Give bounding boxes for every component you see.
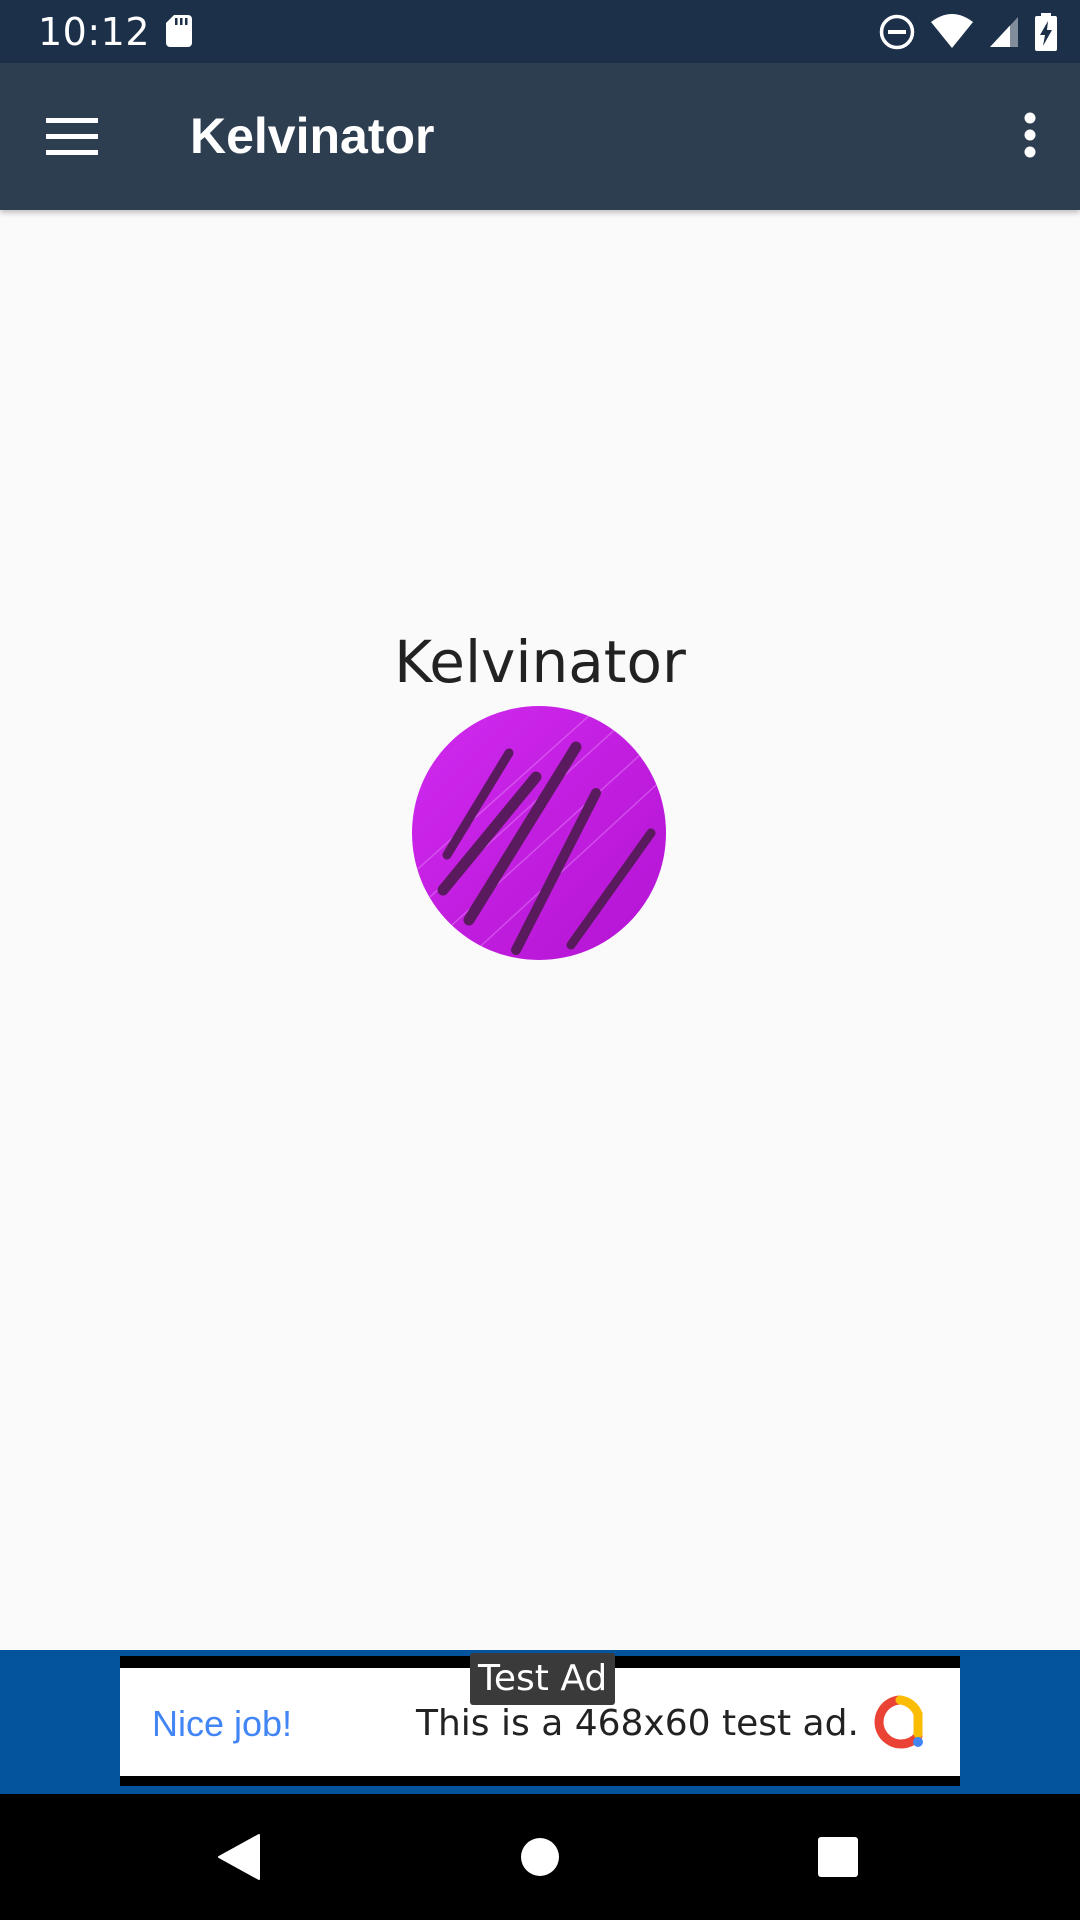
navigation-bar <box>0 1794 1080 1920</box>
status-bar: 10:12 <box>0 0 1080 63</box>
status-icons <box>878 12 1058 52</box>
screen: 10:12 Kelvinator Kelvinator Nice job! Th… <box>0 0 1080 1920</box>
battery-charging-icon <box>1035 13 1057 51</box>
app-title: Kelvinator <box>190 108 435 164</box>
menu-button[interactable] <box>30 101 114 173</box>
status-time: 10:12 <box>38 10 151 54</box>
overflow-menu-button[interactable] <box>1000 93 1060 177</box>
wifi-icon <box>931 14 973 48</box>
device-name: Kelvinator <box>394 628 686 696</box>
test-ad-label: Test Ad <box>470 1653 616 1705</box>
recents-icon <box>818 1837 858 1877</box>
back-icon <box>218 1834 260 1880</box>
home-icon <box>521 1838 559 1876</box>
nav-home-button[interactable] <box>507 1824 573 1890</box>
ad-body-text[interactable]: This is a 468x60 test ad. <box>416 1703 859 1744</box>
cell-signal-icon <box>990 17 1018 47</box>
main-content: Kelvinator <box>0 210 1080 1650</box>
sd-card-icon <box>166 15 192 47</box>
ad-container: Nice job! This is a 468x60 test ad. Test… <box>0 1650 1080 1794</box>
nav-recents-button[interactable] <box>805 1824 871 1890</box>
ad-headline[interactable]: Nice job! <box>152 1703 292 1745</box>
hamburger-menu-icon <box>46 118 98 155</box>
do-not-disturb-icon <box>879 14 915 50</box>
device-avatar[interactable] <box>411 705 667 961</box>
google-ads-logo-icon <box>874 1695 923 1749</box>
more-vert-icon <box>1024 112 1036 158</box>
nav-back-button[interactable] <box>206 1824 272 1890</box>
app-bar: Kelvinator <box>0 63 1080 210</box>
